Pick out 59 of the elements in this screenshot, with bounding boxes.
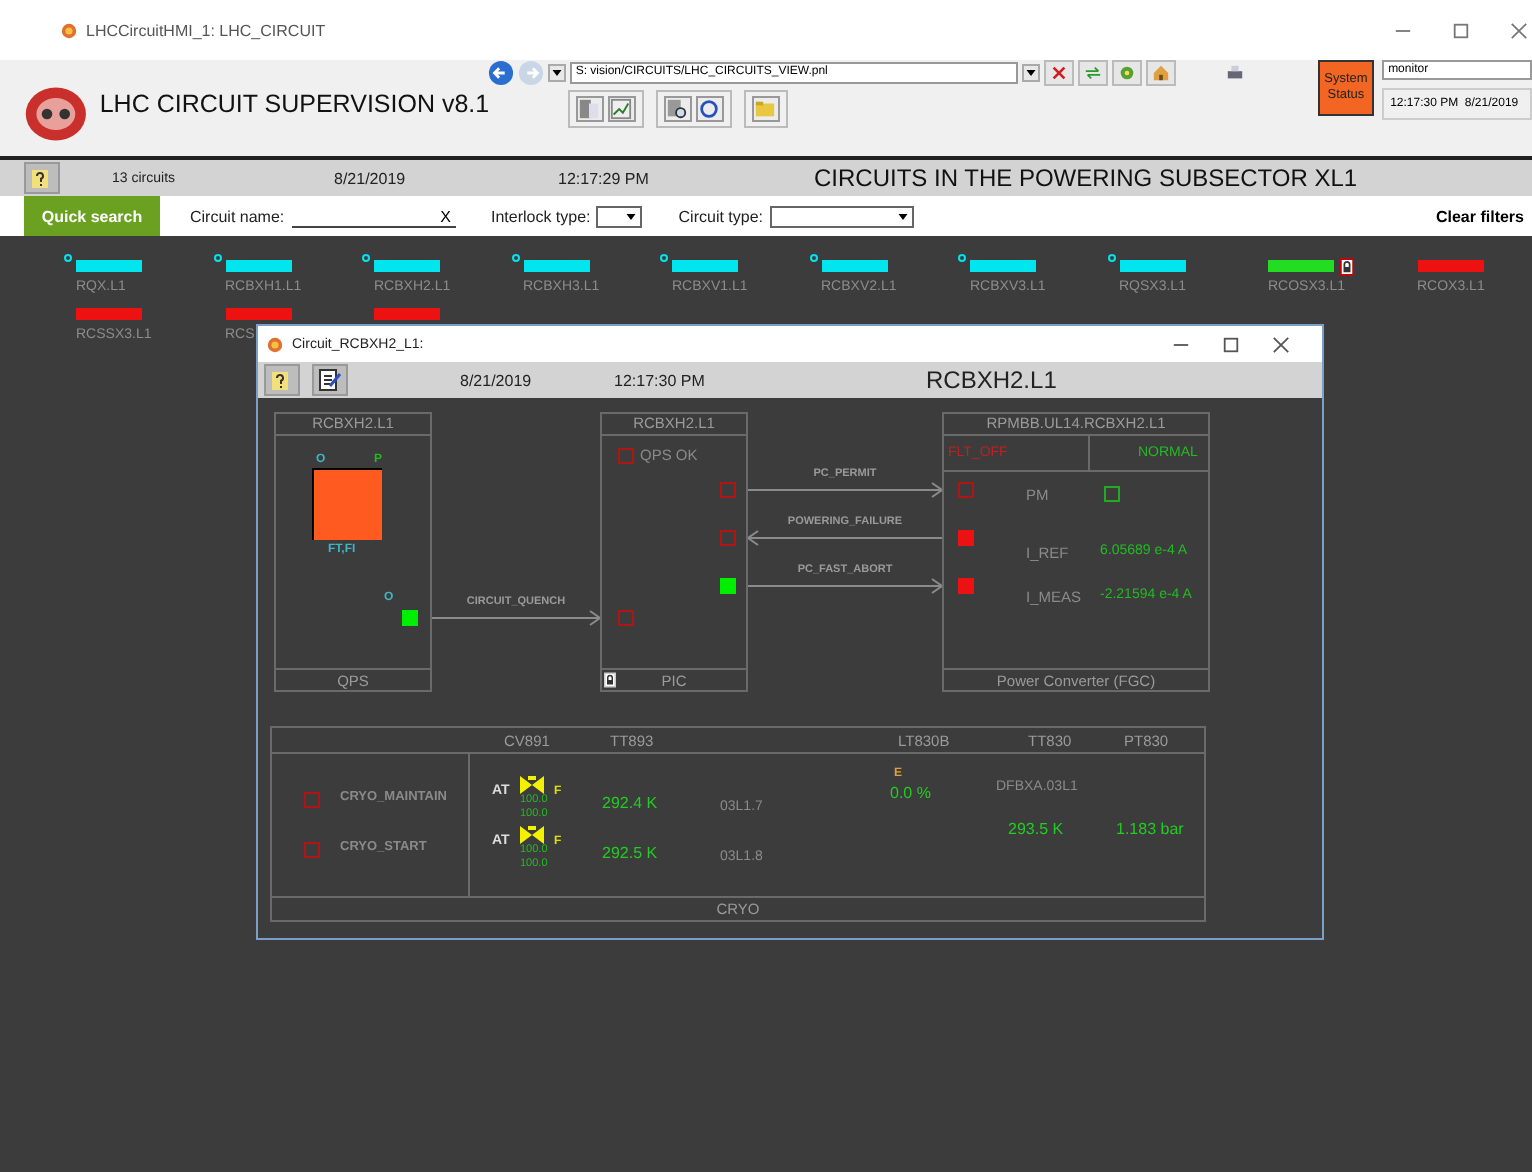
circuit-title: RCBXH2.L1 xyxy=(926,366,1057,394)
help-icon xyxy=(270,368,294,392)
refresh-icon xyxy=(698,98,721,120)
magnifier-icon xyxy=(666,98,689,120)
gear-button[interactable] xyxy=(1111,59,1142,85)
close-icon[interactable] xyxy=(1510,21,1528,39)
help-icon xyxy=(30,166,54,190)
printer-icon xyxy=(1225,63,1244,81)
interlock-type-select[interactable] xyxy=(596,205,643,227)
maximize-icon[interactable] xyxy=(1452,21,1470,39)
quick-search-button[interactable]: Quick search xyxy=(24,196,160,236)
clear-filters-button[interactable]: Clear filters xyxy=(1435,207,1532,225)
edit-icon xyxy=(318,368,342,392)
cross-icon xyxy=(1049,63,1068,81)
maximize-icon[interactable] xyxy=(1222,335,1240,353)
document-icon xyxy=(578,98,601,120)
level-value: 0.0 % xyxy=(890,784,931,802)
toolbar-button[interactable] xyxy=(695,96,724,122)
toolbar-button[interactable] xyxy=(607,96,636,122)
caret-icon xyxy=(1025,69,1036,75)
window-title: LHCCircuitHMI_1: LHC_CIRCUIT xyxy=(86,21,326,39)
history-dropdown[interactable] xyxy=(547,63,566,81)
circuit-type-label: Circuit type: xyxy=(678,207,764,225)
valve-icon xyxy=(520,776,544,794)
toolbar-button[interactable] xyxy=(663,96,692,122)
arrows-icon xyxy=(1083,63,1102,81)
qps-state-block[interactable] xyxy=(312,468,382,540)
clear-name-button[interactable]: X xyxy=(440,207,451,225)
path-dropdown[interactable] xyxy=(1021,63,1040,81)
caret-icon xyxy=(551,69,562,75)
date-label: 8/21/2019 xyxy=(460,371,534,389)
time-label: 12:17:30 PM xyxy=(614,371,707,389)
valve-icon xyxy=(520,826,544,844)
circuit-type-select[interactable] xyxy=(769,205,914,227)
swap-button[interactable] xyxy=(1077,59,1108,85)
interlock-type-label: Interlock type: xyxy=(490,207,591,225)
app-icon xyxy=(60,21,78,39)
view-title: CIRCUITS IN THE POWERING SUBSECTOR XL1 xyxy=(814,164,1358,192)
help-button[interactable] xyxy=(24,162,60,194)
cancel-button[interactable] xyxy=(1043,59,1074,85)
date-label: 8/21/2019 xyxy=(334,169,408,187)
chart-icon xyxy=(610,98,633,120)
circuit-name-label: Circuit name: xyxy=(190,207,285,225)
caret-icon xyxy=(897,213,908,219)
temperature-value: 293.5 K xyxy=(1008,820,1064,838)
folder-icon xyxy=(754,98,777,120)
temperature-value: 292.5 K xyxy=(602,844,658,862)
caret-icon xyxy=(626,213,637,219)
time-label: 12:17:29 PM xyxy=(558,169,651,187)
app-title: LHC CIRCUIT SUPERVISION v8.1 xyxy=(99,88,484,120)
help-button[interactable] xyxy=(264,364,300,396)
edit-button[interactable] xyxy=(312,364,348,396)
home-icon xyxy=(1151,63,1170,81)
pressure-value: 1.183 bar xyxy=(1116,820,1184,838)
back-icon[interactable] xyxy=(487,59,514,85)
home-button[interactable] xyxy=(1145,59,1176,85)
temperature-value: 292.4 K xyxy=(602,794,658,812)
app-icon xyxy=(266,335,284,353)
close-icon[interactable] xyxy=(1272,335,1290,353)
